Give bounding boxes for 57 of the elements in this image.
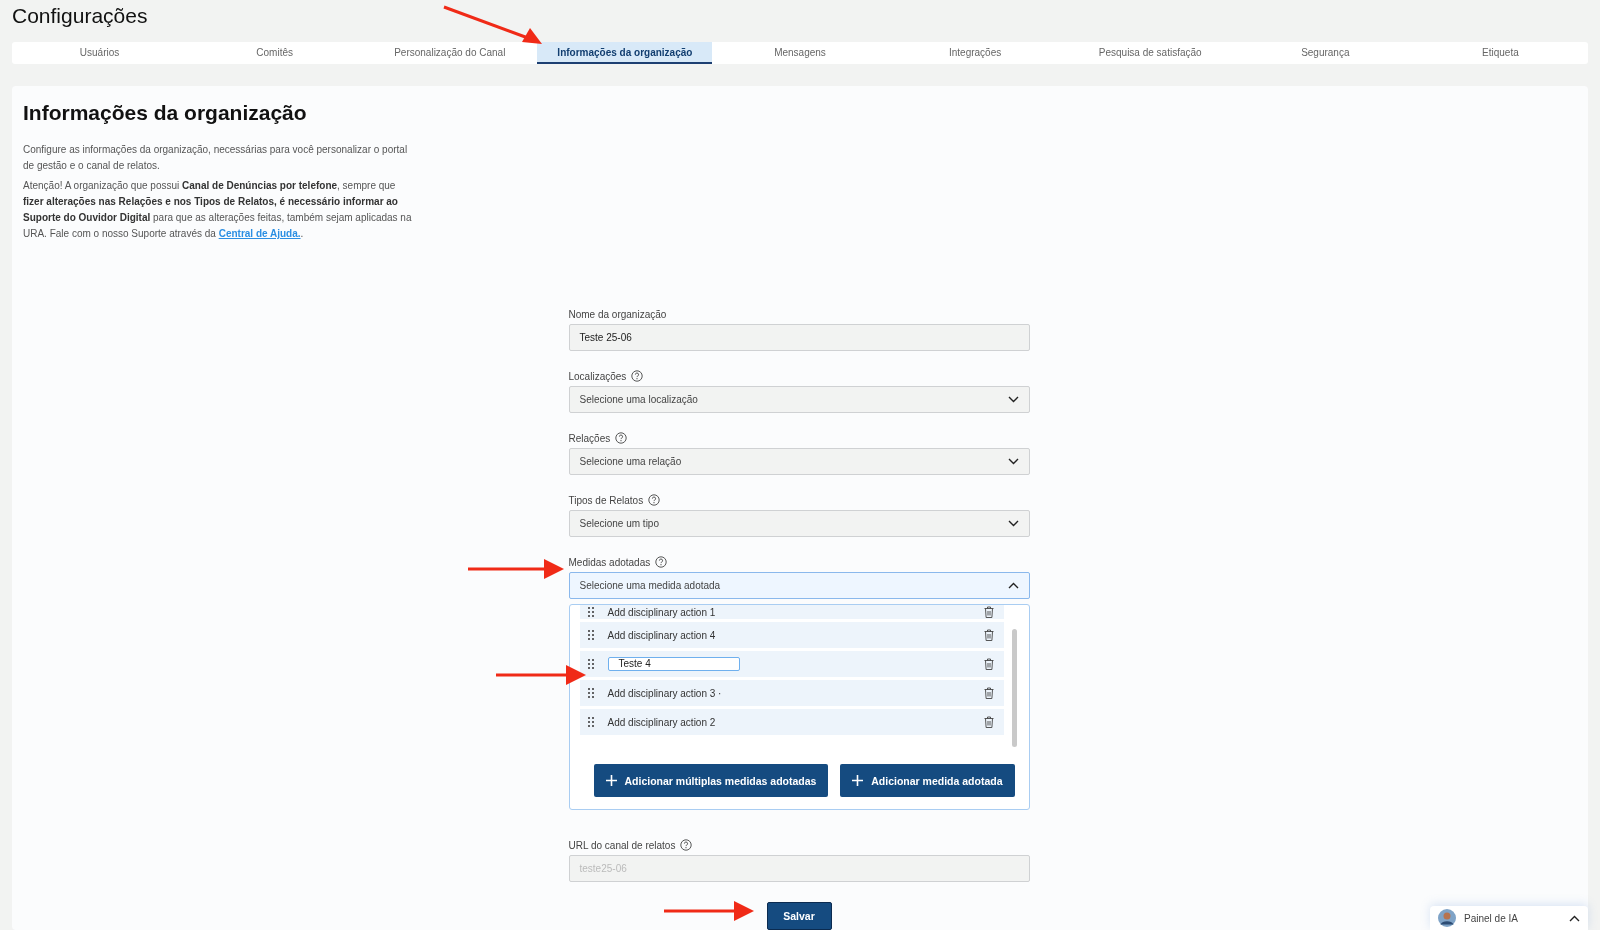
add-button[interactable]: Adicionar medida adotada	[840, 764, 1015, 797]
trash-icon[interactable]	[983, 716, 994, 728]
field-label: Localizações	[568, 370, 627, 382]
field-label: Tipos de Relatos	[568, 494, 644, 506]
field-label: URL do canal de relatos	[568, 839, 676, 851]
help-icon[interactable]	[680, 839, 693, 851]
text-field[interactable]: Teste 25-06	[568, 324, 1030, 351]
intro-text: Configure as informações da organização, necessárias para você personalizar o portal de gestão e o canal de relatos.	[23, 143, 409, 173]
tab[interactable]: Usuários	[12, 42, 188, 64]
avatar-icon	[1438, 909, 1456, 927]
trash-icon[interactable]	[983, 606, 994, 618]
field-label: Relações	[568, 432, 611, 444]
tab[interactable]: Personalização do Canal	[362, 42, 538, 64]
section-title: Informações da organização	[23, 100, 308, 126]
tab[interactable]: Etiqueta	[1412, 42, 1588, 64]
list-item[interactable]: Teste 4	[579, 651, 1004, 677]
scrollbar[interactable]	[1011, 629, 1017, 747]
select-field[interactable]: Selecione uma localização	[568, 386, 1030, 413]
list-item[interactable]: Add disciplinary action 4	[579, 622, 1004, 648]
tab[interactable]: Comitês	[187, 42, 363, 64]
tab[interactable]: Mensagens	[712, 42, 888, 64]
plus-icon	[852, 775, 864, 786]
drag-handle-icon[interactable]	[587, 717, 594, 727]
tab[interactable]: Integrações	[887, 42, 1063, 64]
trash-icon[interactable]	[983, 658, 994, 670]
item-edit-field[interactable]: Teste 4	[607, 657, 740, 671]
plus-icon	[605, 775, 617, 786]
list-item[interactable]: Add disciplinary action 3 ·	[579, 680, 1004, 706]
list-item[interactable]: Add disciplinary action 2	[579, 709, 1004, 735]
warning-text: Atenção! A organização que possui Canal de Denúncias por telefone, sempre que fizer alterações nas Relações e nos Tipos de Relatos, é necessário informar ao Suporte do Ouvidor Digital para que as alterações feitas, também sejam aplicadas na URA. Fale com o nosso Suporte através da Central de Ajuda..	[23, 179, 413, 241]
save-button[interactable]: Salvar	[766, 902, 832, 930]
help-icon[interactable]	[615, 432, 628, 444]
drag-handle-icon[interactable]	[587, 688, 594, 698]
tab[interactable]: Informações da organização	[537, 42, 713, 64]
chevron-down-icon	[1007, 396, 1019, 403]
help-icon[interactable]	[631, 370, 644, 382]
add-button[interactable]: Adicionar múltiplas medidas adotadas	[593, 764, 829, 797]
help-icon[interactable]	[648, 494, 661, 506]
field-label: Medidas adotadas	[568, 556, 651, 568]
select-field[interactable]: Selecione uma relação	[568, 448, 1030, 475]
drag-handle-icon[interactable]	[587, 659, 594, 669]
tab[interactable]: Pesquisa de satisfação	[1062, 42, 1238, 64]
page-title: Configurações	[12, 3, 148, 29]
chevron-down-icon	[1007, 520, 1019, 527]
trash-icon[interactable]	[983, 687, 994, 699]
tab[interactable]: Segurança	[1237, 42, 1413, 64]
chevron-down-icon	[1007, 458, 1019, 465]
chevron-up-icon	[1007, 582, 1019, 589]
drag-handle-icon[interactable]	[587, 630, 594, 640]
field-label: Nome da organização	[568, 308, 667, 320]
select-field[interactable]: Selecione uma medida adotada	[568, 572, 1030, 599]
select-field[interactable]: Selecione um tipo	[568, 510, 1030, 537]
list-item[interactable]: Add disciplinary action 1	[579, 605, 1004, 619]
ai-panel-bar[interactable]: Painel de IA	[1430, 906, 1588, 930]
trash-icon[interactable]	[983, 629, 994, 641]
drag-handle-icon[interactable]	[587, 607, 594, 617]
help-icon[interactable]	[655, 556, 668, 568]
